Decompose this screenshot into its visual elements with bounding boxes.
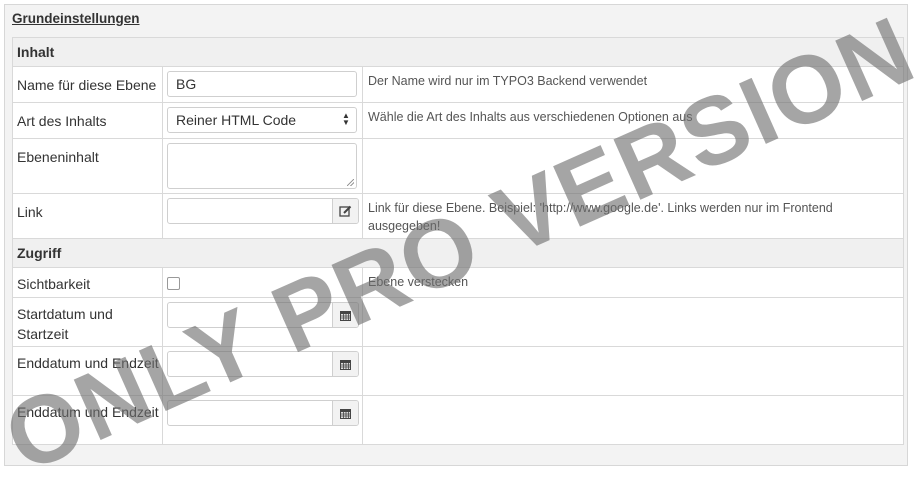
row-ebeneninhalt: Ebeneninhalt (12, 138, 905, 194)
ebeneninhalt-label: Ebeneninhalt (12, 138, 163, 194)
calendar-icon (340, 408, 351, 419)
edit-link-button[interactable] (332, 199, 358, 223)
startdatum-label: Startdatum und Startzeit (12, 297, 163, 347)
link-input-group (167, 198, 359, 224)
name-label: Name für diese Ebene (12, 66, 163, 103)
art-label: Art des Inhalts (12, 102, 163, 139)
enddatum-input-group (167, 400, 359, 426)
group-row-zugriff: Zugriff (11, 238, 905, 268)
row-name: Name für diese Ebene BG Der Name wird nu… (12, 66, 905, 103)
row-sichtbarkeit: Sichtbarkeit Ebene verstecken (12, 267, 905, 298)
art-help: Wähle die Art des Inhalts aus verschiede… (361, 102, 905, 139)
name-input[interactable]: BG (167, 71, 357, 97)
settings-table: Inhalt Name für diese Ebene BG Der Name … (11, 37, 905, 445)
row-enddatum-1: Enddatum und Endzeit (12, 346, 905, 396)
sichtbarkeit-checkbox[interactable] (167, 277, 180, 290)
ebeneninhalt-textarea[interactable] (167, 143, 357, 189)
name-help: Der Name wird nur im TYPO3 Backend verwe… (361, 66, 905, 103)
select-arrows-icon: ▲ ▼ (342, 111, 350, 127)
enddatum-label: Enddatum und Endzeit (12, 346, 163, 396)
art-select[interactable]: Reiner HTML Code ▲ ▼ (167, 107, 357, 133)
link-help: Link für diese Ebene. Beispiel: 'http://… (361, 193, 905, 239)
sichtbarkeit-help: Ebene verstecken (361, 267, 905, 298)
group-row-inhalt: Inhalt (11, 37, 905, 67)
enddatum-input[interactable] (168, 401, 332, 425)
enddatum-label: Enddatum und Endzeit (12, 395, 163, 445)
row-link: Link Link für diese Ebene. Beispiel: 'ht… (12, 193, 905, 239)
enddatum-calendar-button[interactable] (332, 401, 358, 425)
group-header-inhalt: Inhalt (11, 37, 905, 67)
row-art: Art des Inhalts Reiner HTML Code ▲ ▼ Wähl… (12, 102, 905, 139)
resize-grip-icon[interactable] (347, 179, 354, 186)
row-startdatum: Startdatum und Startzeit (12, 297, 905, 347)
link-input[interactable] (168, 199, 332, 223)
group-header-zugriff: Zugriff (11, 238, 905, 268)
settings-panel: Grundeinstellungen Inhalt Name für diese… (4, 4, 908, 466)
calendar-icon (340, 310, 351, 321)
enddatum-input-group (167, 351, 359, 377)
edit-link-icon (339, 205, 352, 217)
link-label: Link (12, 193, 163, 239)
section-title[interactable]: Grundeinstellungen (12, 11, 140, 26)
enddatum-calendar-button[interactable] (332, 352, 358, 376)
sichtbarkeit-label: Sichtbarkeit (12, 267, 163, 298)
row-enddatum-2: Enddatum und Endzeit (12, 395, 905, 445)
startdatum-input[interactable] (168, 303, 332, 327)
startdatum-calendar-button[interactable] (332, 303, 358, 327)
calendar-icon (340, 359, 351, 370)
art-select-value: Reiner HTML Code (176, 112, 297, 128)
startdatum-input-group (167, 302, 359, 328)
enddatum-input[interactable] (168, 352, 332, 376)
